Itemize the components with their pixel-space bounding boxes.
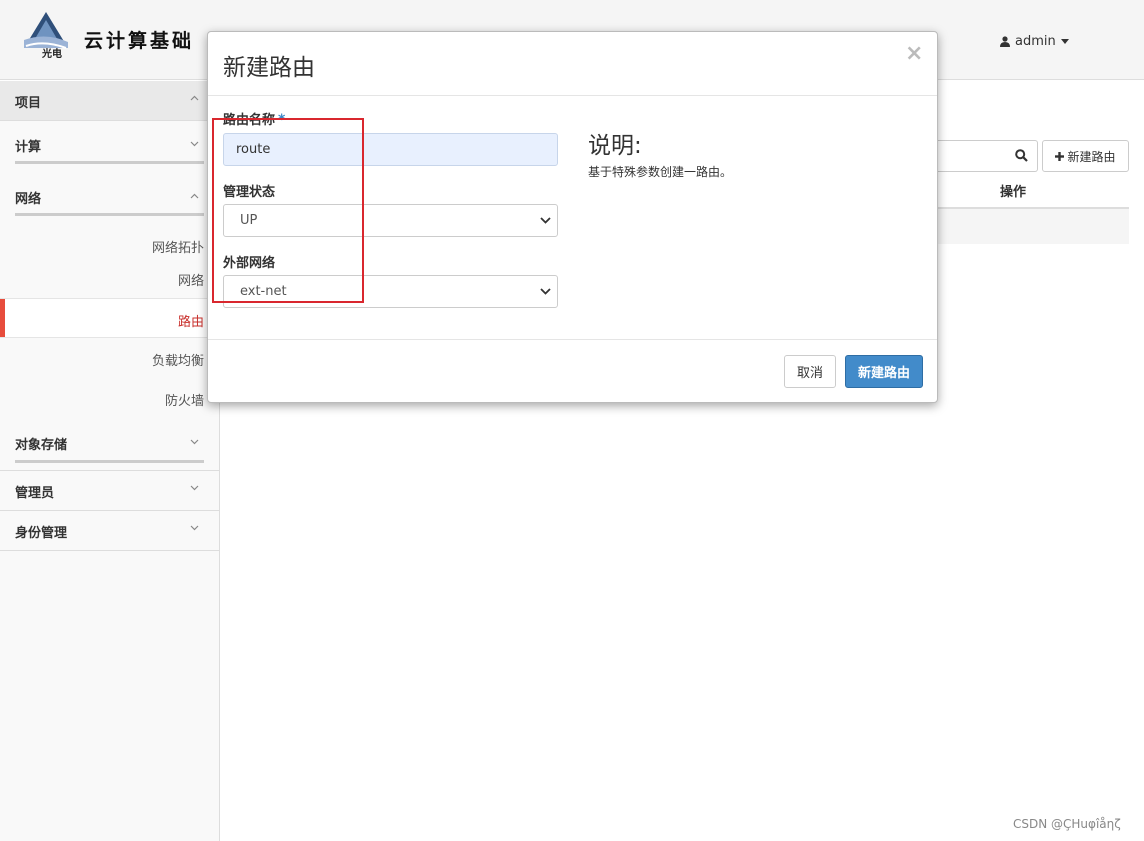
user-icon xyxy=(1000,36,1010,47)
sidebar-item-label: 负载均衡 xyxy=(151,354,204,369)
external-network-label: 外部网络 xyxy=(223,256,276,271)
sidebar-section-admin[interactable]: 管理员 xyxy=(0,470,219,510)
router-name-label: 路由名称 * xyxy=(223,109,285,128)
create-router-label: 新建路由 xyxy=(1067,149,1116,164)
sidebar-section-label: 网络 xyxy=(15,192,42,207)
modal-header: 新建路由 × xyxy=(208,32,937,96)
router-name-label-text: 路由名称 xyxy=(223,113,276,128)
required-marker: * xyxy=(278,112,286,128)
user-name: admin xyxy=(1015,34,1056,49)
create-router-modal: 新建路由 × 路由名称 * route 管理状态 UP 外部网络 ext-net … xyxy=(207,31,938,403)
caret-down-icon xyxy=(1060,39,1069,44)
sidebar-section-object-storage[interactable]: 对象存储 xyxy=(0,418,219,463)
sidebar-section-project[interactable]: 项目 xyxy=(0,81,219,121)
chevron-down-icon xyxy=(540,217,551,224)
submit-create-router-button[interactable]: 新建路由 xyxy=(845,355,923,388)
sidebar-section-label: 对象存储 xyxy=(15,438,68,453)
table-header-actions: 操作 xyxy=(1000,185,1027,200)
brand-title: 云计算基础 xyxy=(84,30,195,52)
sidebar-section-label: 身份管理 xyxy=(15,526,68,541)
chevron-down-icon xyxy=(190,141,199,147)
cancel-button[interactable]: 取消 xyxy=(784,355,836,388)
sidebar-item-networks[interactable]: 网络 xyxy=(0,258,219,298)
watermark: CSDN @ÇHuφîåηζ xyxy=(1013,817,1121,831)
sidebar-item-label: 网络拓扑 xyxy=(151,241,204,256)
sidebar-item-firewalls[interactable]: 防火墙 xyxy=(0,378,219,418)
logo-icon: 光电 xyxy=(24,12,68,60)
help-text: 基于特殊参数创建一路由。 xyxy=(588,165,733,179)
create-router-button[interactable]: 新建路由 xyxy=(1042,140,1129,172)
sidebar-section-label: 管理员 xyxy=(15,486,55,501)
sidebar: 项目 计算 网络 网络拓扑 网络 路由 负载均衡 防火墙 对象存储 管理员 身份… xyxy=(0,81,220,841)
sidebar-item-load-balancers[interactable]: 负载均衡 xyxy=(0,338,219,378)
search-icon[interactable] xyxy=(1015,149,1028,162)
sidebar-section-label: 项目 xyxy=(15,96,42,111)
chevron-down-icon xyxy=(190,439,199,445)
admin-state-label: 管理状态 xyxy=(223,185,276,200)
sidebar-item-label: 网络 xyxy=(177,274,204,289)
external-network-select[interactable]: ext-net xyxy=(223,275,558,308)
sidebar-section-identity[interactable]: 身份管理 xyxy=(0,510,219,551)
sidebar-section-compute[interactable]: 计算 xyxy=(0,121,219,164)
sidebar-item-label: 路由 xyxy=(177,315,204,330)
sidebar-section-label: 计算 xyxy=(15,140,42,155)
plus-icon xyxy=(1055,151,1065,161)
admin-state-value: UP xyxy=(240,213,258,228)
sidebar-item-routers[interactable]: 路由 xyxy=(0,298,219,338)
chevron-down-icon xyxy=(190,485,199,491)
chevron-up-icon xyxy=(190,95,199,101)
external-network-value: ext-net xyxy=(240,284,287,299)
modal-footer: 取消 新建路由 xyxy=(208,339,937,403)
table-row xyxy=(935,209,1129,244)
sidebar-section-network[interactable]: 网络 xyxy=(0,164,219,216)
chevron-down-icon xyxy=(190,525,199,531)
chevron-up-icon xyxy=(190,193,199,199)
filter-search-box[interactable] xyxy=(935,140,1038,172)
modal-title: 新建路由 xyxy=(223,55,315,81)
admin-state-select[interactable]: UP xyxy=(223,204,558,237)
svg-text:光电: 光电 xyxy=(41,47,62,60)
sidebar-item-label: 防火墙 xyxy=(164,394,204,409)
sidebar-item-network-topology[interactable]: 网络拓扑 xyxy=(0,216,219,258)
chevron-down-icon xyxy=(540,288,551,295)
user-menu[interactable]: admin xyxy=(1000,34,1069,49)
help-title: 说明: xyxy=(588,133,642,159)
router-name-input[interactable]: route xyxy=(223,133,558,166)
close-icon[interactable]: × xyxy=(905,43,923,65)
